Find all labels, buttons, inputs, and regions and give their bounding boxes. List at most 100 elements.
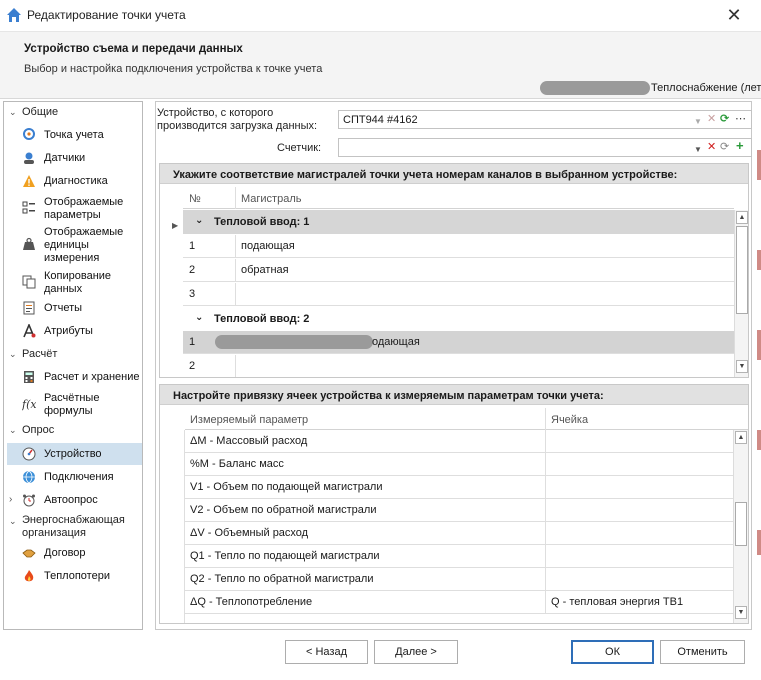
- scroll-thumb[interactable]: [735, 502, 747, 546]
- col-main-header[interactable]: Магистраль: [237, 188, 437, 205]
- wizard-header: Устройство съема и передачи данных Выбор…: [0, 31, 761, 99]
- sidebar-item-metering-point[interactable]: Точка учета: [7, 127, 142, 145]
- ok-button[interactable]: ОК: [571, 640, 654, 664]
- sidebar-item-attributes[interactable]: Атрибуты: [7, 323, 142, 341]
- scroll-up-icon[interactable]: ▲: [735, 431, 747, 444]
- scroll-up-icon[interactable]: ▲: [736, 211, 748, 224]
- sidebar-group-calc[interactable]: ⌄ Расчёт: [9, 348, 57, 364]
- sidebar-group-poll[interactable]: ⌄ Опрос: [9, 424, 54, 440]
- scroll-thumb[interactable]: [736, 226, 748, 314]
- warning-icon: [23, 175, 35, 187]
- sidebar-item-formulas[interactable]: f(x) Расчётные формулы: [7, 391, 142, 419]
- sidebar-item-connections[interactable]: Подключения: [7, 469, 142, 487]
- back-button[interactable]: < Назад: [285, 640, 368, 664]
- chevron-down-icon: ⌄: [9, 349, 17, 359]
- cancel-button[interactable]: Отменить: [660, 640, 745, 664]
- channel-mapping-panel: Укажите соответствие магистралей точки у…: [159, 163, 749, 378]
- sidebar-item-autopoll[interactable]: › Автоопрос: [7, 492, 142, 510]
- refresh-icon[interactable]: ⟳: [720, 113, 729, 126]
- add-icon[interactable]: +: [736, 139, 744, 152]
- binding-grid-header: Измеряемый параметр Ячейка: [185, 408, 748, 430]
- clear-icon[interactable]: ✕: [707, 113, 716, 126]
- table-row[interactable]: 2 обратная: [183, 259, 734, 282]
- table-row[interactable]: V1 - Объем по подающей магистрали: [185, 476, 733, 499]
- calculator-icon: [24, 371, 34, 383]
- sidebar-item-heat-losses[interactable]: Теплопотери: [7, 568, 142, 586]
- group-row-1[interactable]: ⌄ Тепловой ввод: 1: [183, 210, 734, 234]
- sidebar-item-contract[interactable]: Договор: [7, 545, 142, 563]
- col-no-header[interactable]: №: [185, 188, 230, 205]
- function-icon: f(x): [22, 398, 36, 411]
- close-icon[interactable]: ✕: [720, 3, 748, 27]
- sidebar-item-calc-storage[interactable]: Расчет и хранение: [7, 369, 142, 387]
- table-row[interactable]: 2: [183, 355, 734, 377]
- background-window-edge: [757, 430, 761, 450]
- main-panel: Устройство, с которого производится загр…: [155, 101, 752, 630]
- chevron-down-icon: ⌄: [9, 425, 17, 435]
- table-row[interactable]: Q1 - Тепло по подающей магистрали: [185, 545, 733, 568]
- channel-mapping-title: Укажите соответствие магистралей точки у…: [160, 164, 748, 184]
- table-row-selected[interactable]: 1 одающая: [183, 331, 734, 354]
- group-row-2[interactable]: ⌄ Тепловой ввод: 2: [183, 307, 734, 331]
- col-cell-header[interactable]: Ячейка: [547, 409, 727, 426]
- report-icon: [23, 301, 35, 315]
- sidebar-item-displayed-units[interactable]: Отображаемые единицы измерения: [7, 225, 142, 267]
- org-name-suffix: Теплоснабжение (лет: [651, 82, 761, 94]
- device-icon: [22, 447, 36, 461]
- copy-icon: [22, 275, 36, 289]
- clear-icon[interactable]: ✕: [707, 141, 716, 154]
- row-indicator-icon: ▶: [172, 221, 179, 230]
- sidebar-item-diagnostics[interactable]: Диагностика: [7, 173, 142, 191]
- counter-select[interactable]: ▼ ✕ ⟳ +: [338, 138, 752, 157]
- dropdown-arrow-icon[interactable]: ▼: [694, 115, 702, 128]
- more-options-icon[interactable]: ⋯: [735, 113, 746, 126]
- channel-scrollbar[interactable]: ▲ ▼: [734, 210, 748, 377]
- window-title: Редактирование точки учета: [27, 8, 186, 22]
- background-window-edge: [757, 530, 761, 555]
- table-row[interactable]: 1 подающая: [183, 235, 734, 258]
- next-button[interactable]: Далее >: [374, 640, 458, 664]
- col-param-header[interactable]: Измеряемый параметр: [186, 409, 536, 426]
- scroll-down-icon[interactable]: ▼: [736, 360, 748, 373]
- dropdown-arrow-icon[interactable]: ▼: [694, 143, 702, 156]
- globe-icon: [23, 470, 35, 484]
- background-window-edge: [757, 250, 761, 270]
- background-window-edge: [757, 150, 761, 180]
- sidebar-item-sensors[interactable]: Датчики: [7, 150, 142, 168]
- sidebar-item-device[interactable]: Устройство: [7, 443, 142, 465]
- device-label: Устройство, с которого производится загр…: [157, 107, 318, 132]
- device-select[interactable]: СПТ944 #4162 ▼ ✕ ⟳ ⋯: [338, 110, 752, 129]
- handshake-icon: [22, 549, 36, 558]
- cell-binding-panel: Настройте привязку ячеек устройства к из…: [159, 384, 749, 624]
- dialog-window: Редактирование точки учета ✕ Устройство …: [0, 0, 761, 680]
- page-title: Устройство съема и передачи данных: [24, 43, 243, 55]
- attribute-icon: [23, 324, 36, 338]
- sidebar-item-copy-data[interactable]: Копирование данных: [7, 269, 142, 297]
- checklist-icon: [22, 201, 35, 214]
- flame-icon: [24, 570, 34, 582]
- sidebar-item-displayed-params[interactable]: Отображаемые параметры: [7, 195, 142, 223]
- cell-binding-title: Настройте привязку ячеек устройства к из…: [160, 385, 748, 405]
- chevron-down-icon: ⌄: [9, 107, 17, 117]
- table-row[interactable]: Q2 - Тепло по обратной магистрали: [185, 568, 733, 591]
- table-row[interactable]: ΔМ - Массовый расход: [185, 430, 733, 453]
- scroll-down-icon[interactable]: ▼: [735, 606, 747, 619]
- chevron-right-icon[interactable]: ›: [9, 494, 12, 505]
- background-window-edge: [757, 330, 761, 360]
- table-row[interactable]: ΔQ - Теплопотребление Q - тепловая энерги…: [185, 591, 733, 614]
- chevron-down-icon[interactable]: ⌄: [195, 215, 203, 226]
- binding-scrollbar[interactable]: ▲ ▼: [733, 430, 748, 623]
- chevron-down-icon[interactable]: ⌄: [195, 312, 203, 323]
- table-row[interactable]: 3: [183, 283, 734, 306]
- sidebar-group-energy-supplier[interactable]: ⌄ Энергоснабжающая организация: [9, 514, 133, 542]
- table-row[interactable]: V2 - Объем по обратной магистрали: [185, 499, 733, 522]
- sidebar-item-reports[interactable]: Отчеты: [7, 300, 142, 318]
- sidebar-group-general[interactable]: ⌄ Общие: [9, 106, 58, 122]
- table-row[interactable]: ΔV - Объемный расход: [185, 522, 733, 545]
- sensor-icon: [24, 152, 34, 164]
- home-icon: [7, 8, 21, 22]
- table-row[interactable]: %М - Баланс масс: [185, 453, 733, 476]
- refresh-icon[interactable]: ⟳: [720, 141, 729, 154]
- sidebar-nav: ⌄ Общие Точка учета Датчики Диагностика О…: [3, 101, 143, 630]
- redacted-text: [215, 335, 373, 349]
